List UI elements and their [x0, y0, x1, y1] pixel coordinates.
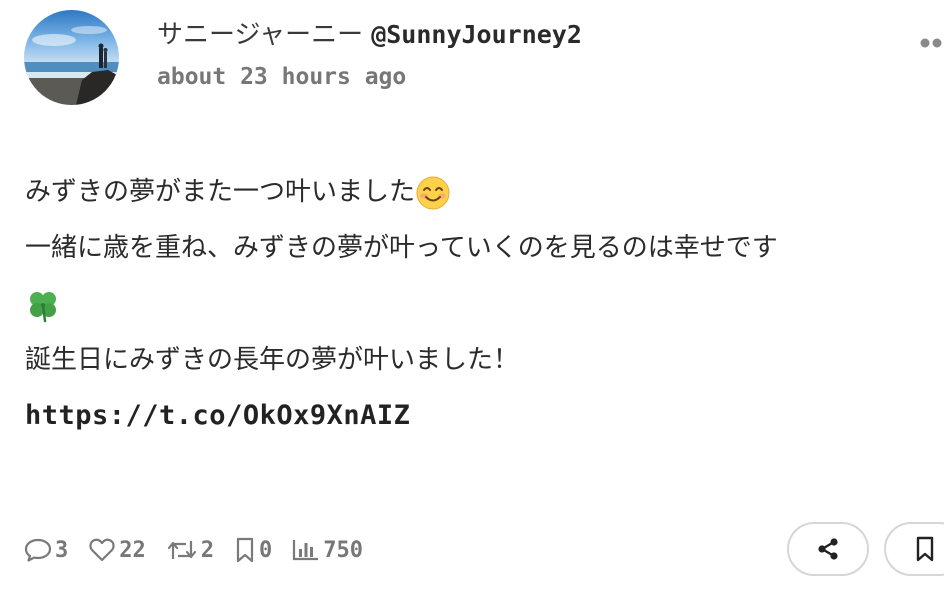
- bookmark-count: 0: [259, 537, 273, 563]
- bookmark-outline-icon: [236, 537, 254, 563]
- author-line: サニージャーニー @SunnyJourney2: [157, 18, 582, 52]
- views-stat[interactable]: 750: [292, 537, 363, 563]
- bookmark-button[interactable]: [884, 522, 944, 576]
- post-line-4: 誕生日にみずきの長年の夢が叶いました！: [25, 340, 944, 380]
- like-count: 22: [119, 537, 146, 563]
- more-options-button[interactable]: [918, 36, 944, 50]
- post-text-line-4: 誕生日にみずきの長年の夢が叶いました！: [25, 345, 520, 375]
- bar-chart-icon: [293, 540, 319, 561]
- share-icon: [818, 538, 838, 560]
- post-line-5: https://t.co/OkOx9XnAIZ: [25, 396, 944, 436]
- repost-count: 2: [200, 537, 214, 563]
- post-line-2: 一緒に歳を重ね、みずきの夢が叶っていくのを見るのは幸せです: [25, 228, 944, 268]
- avatar[interactable]: [24, 10, 119, 105]
- beach-photo-avatar-icon: [24, 10, 119, 105]
- heart-icon: [89, 538, 115, 562]
- four-leaf-clover-emoji-icon: [25, 287, 61, 323]
- reply-stat[interactable]: 3: [24, 537, 68, 563]
- post-text-line-2: 一緒に歳を重ね、みずきの夢が叶っていくのを見るのは幸せです: [25, 233, 778, 263]
- post-line-3: [25, 284, 944, 324]
- repost-stat[interactable]: 2: [166, 537, 214, 563]
- post-body: みずきの夢がまた一つ叶いました 一緒に歳を重ね、みずきの夢が叶っていくのを見るの…: [25, 172, 944, 452]
- like-stat[interactable]: 22: [88, 537, 146, 563]
- post-stats: 3 22 2 0 750: [24, 534, 383, 566]
- post-link[interactable]: https://t.co/OkOx9XnAIZ: [25, 400, 410, 431]
- bookmark-icon: [916, 536, 934, 562]
- author-display-name[interactable]: サニージャーニー: [157, 20, 363, 50]
- bookmark-stat[interactable]: 0: [234, 537, 272, 563]
- repost-icon: [167, 541, 196, 559]
- share-button[interactable]: [787, 522, 869, 576]
- smiling-face-emoji-icon: [415, 175, 451, 211]
- views-count: 750: [323, 537, 363, 563]
- ellipsis-icon: [920, 38, 942, 48]
- post-text-line-1: みずきの夢がまた一つ叶いました: [25, 177, 416, 207]
- post-timestamp[interactable]: about 23 hours ago: [157, 62, 406, 92]
- comment-icon: [24, 538, 52, 562]
- post-card: サニージャーニー @SunnyJourney2 about 23 hours ag…: [0, 0, 944, 612]
- reply-count: 3: [55, 537, 69, 563]
- post-line-1: みずきの夢がまた一つ叶いました: [25, 172, 944, 212]
- author-handle[interactable]: @SunnyJourney2: [371, 20, 582, 49]
